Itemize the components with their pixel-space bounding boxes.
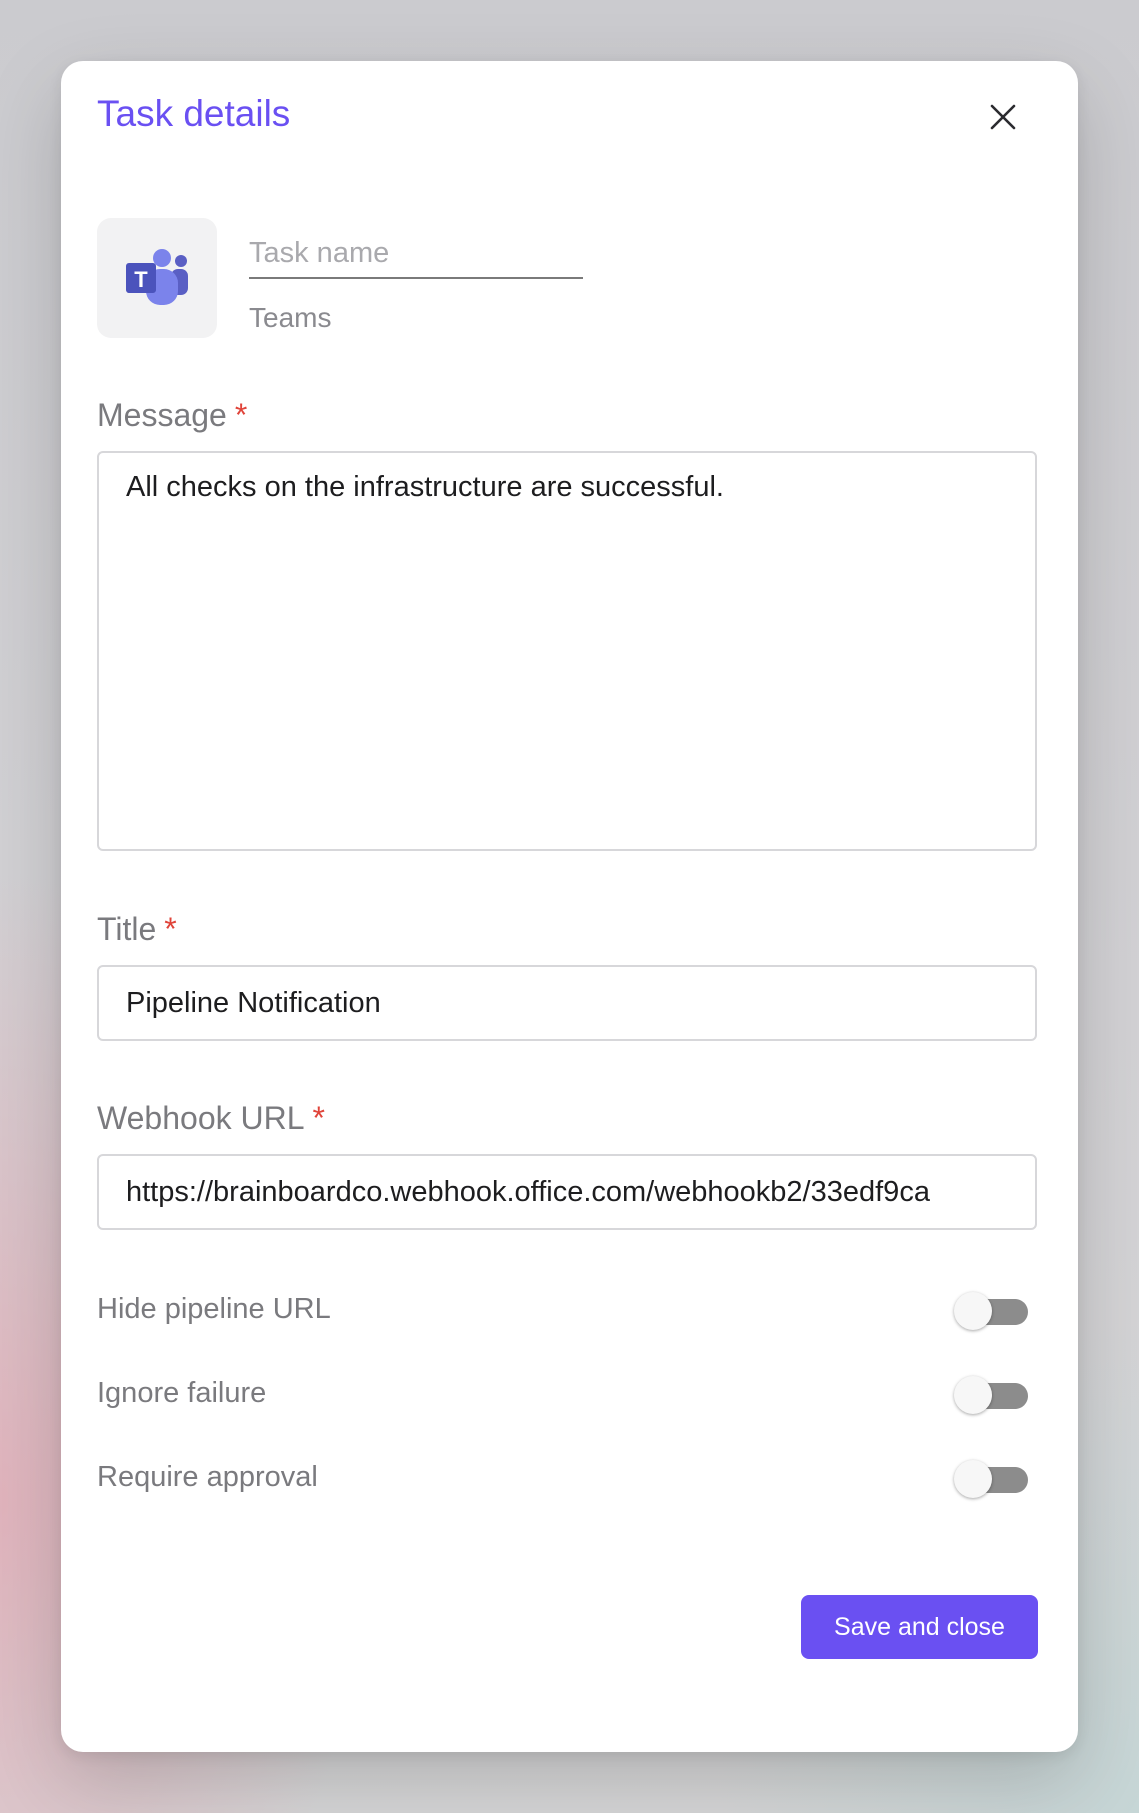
webhook-url-input[interactable]: https://brainboardco.webhook.office.com/… xyxy=(97,1154,1037,1230)
require-approval-toggle[interactable] xyxy=(954,1460,1030,1500)
dialog-title: Task details xyxy=(97,93,291,134)
hide-pipeline-url-toggle[interactable] xyxy=(954,1292,1030,1332)
hide-pipeline-url-label: Hide pipeline URL xyxy=(97,1293,331,1325)
title-label: Title * xyxy=(97,911,177,948)
ignore-failure-label: Ignore failure xyxy=(97,1377,267,1409)
webhook-url-label: Webhook URL * xyxy=(97,1100,325,1137)
task-type-label: Teams xyxy=(249,302,332,333)
close-button[interactable] xyxy=(983,97,1023,137)
task-name-input[interactable] xyxy=(249,229,583,279)
require-approval-label: Require approval xyxy=(97,1461,318,1493)
close-icon xyxy=(990,104,1016,130)
svg-text:T: T xyxy=(134,267,148,292)
message-label-text: Message xyxy=(97,397,227,433)
required-marker: * xyxy=(312,1100,325,1136)
required-marker: * xyxy=(164,911,177,947)
toggle-knob xyxy=(954,1376,992,1414)
required-marker: * xyxy=(234,397,248,433)
title-input[interactable]: Pipeline Notification xyxy=(97,965,1037,1041)
microsoft-teams-icon: T xyxy=(126,249,188,305)
toggle-knob xyxy=(954,1460,992,1498)
webhook-url-label-text: Webhook URL xyxy=(97,1100,305,1136)
save-and-close-button[interactable]: Save and close xyxy=(801,1595,1038,1659)
ignore-failure-toggle[interactable] xyxy=(954,1376,1030,1416)
task-logo: T xyxy=(97,218,217,338)
message-textarea[interactable]: All checks on the infrastructure are suc… xyxy=(97,451,1037,851)
message-label: Message * xyxy=(97,397,247,434)
title-label-text: Title xyxy=(97,911,157,947)
toggle-knob xyxy=(954,1292,992,1330)
task-details-dialog: Task details T Teams Message* All checks… xyxy=(61,61,1078,1752)
